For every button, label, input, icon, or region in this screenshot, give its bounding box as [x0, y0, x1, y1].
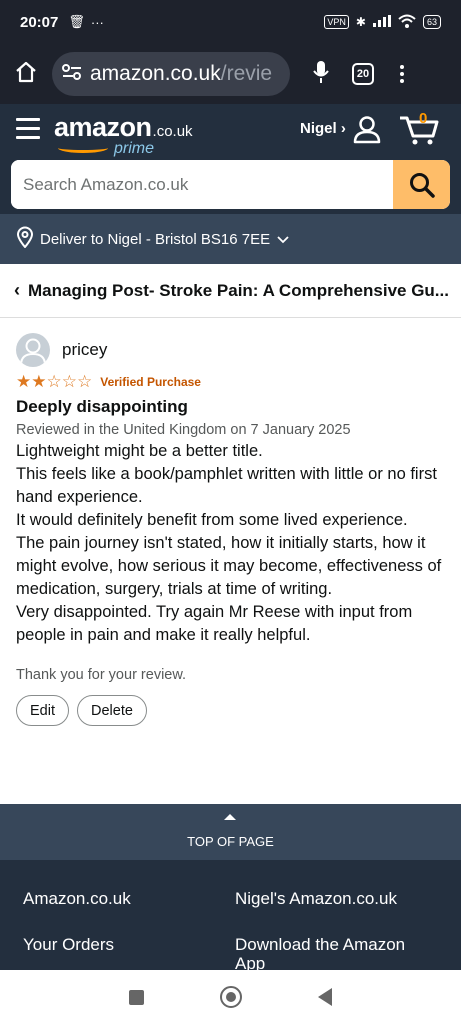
- verified-badge: Verified Purchase: [100, 375, 201, 389]
- deliver-to-bar[interactable]: Deliver to Nigel - Bristol BS16 7EE: [0, 214, 461, 264]
- star-rating: ★ ★ ☆ ☆ ☆: [16, 373, 92, 391]
- microphone-icon[interactable]: [312, 60, 330, 89]
- trash-icon: 🗑: [68, 14, 85, 29]
- user-icon[interactable]: [352, 114, 382, 149]
- chevron-down-icon: [276, 231, 290, 248]
- star-empty-icon: ☆: [46, 372, 62, 391]
- home-icon[interactable]: [14, 60, 38, 89]
- reviewer-row: pricey: [16, 332, 446, 368]
- delete-button[interactable]: Delete: [77, 695, 147, 726]
- wifi-icon: [398, 14, 416, 31]
- review-title: Deeply disappointing: [16, 397, 188, 416]
- rating-line: ★ ★ ☆ ☆ ☆ Verified Purchase: [16, 373, 446, 391]
- search-button[interactable]: [393, 160, 450, 209]
- account-link[interactable]: Nigel ›: [300, 120, 346, 137]
- star-empty-icon: ☆: [61, 372, 77, 391]
- signal-icon: [372, 14, 391, 30]
- bluetooth-icon: ✱: [355, 15, 366, 29]
- browser-toolbar: amazon.co.uk/revie 20: [0, 44, 461, 104]
- back-chevron-icon[interactable]: ‹: [14, 280, 20, 301]
- tab-count-button[interactable]: 20: [352, 63, 374, 85]
- review-paragraph: Very disappointed. Try again Mr Reese wi…: [16, 603, 413, 644]
- url-path: /revie: [220, 62, 273, 85]
- review-paragraph: This feels like a book/pamphlet written …: [16, 465, 437, 506]
- home-button-icon[interactable]: [220, 986, 242, 1008]
- location-pin-icon: [16, 226, 34, 252]
- edit-button[interactable]: Edit: [16, 695, 69, 726]
- system-nav-bar: [0, 970, 461, 1024]
- browser-menu-icon[interactable]: [400, 65, 404, 83]
- status-bar: 20:07 🗑 ··· VPN ✱ 63: [0, 0, 461, 44]
- hamburger-menu-icon[interactable]: [16, 118, 40, 145]
- deliver-to-text: Deliver to Nigel - Bristol BS16 7EE: [40, 230, 271, 248]
- search-bar: [11, 160, 450, 209]
- product-title-bar[interactable]: ‹ Managing Post- Stroke Pain: A Comprehe…: [0, 264, 461, 318]
- recents-icon[interactable]: [129, 989, 144, 1005]
- smile-arrow-icon: [58, 143, 108, 153]
- footer-link-your-amazon[interactable]: Nigel's Amazon.co.uk: [235, 889, 397, 908]
- battery-icon: 63: [422, 15, 441, 29]
- footer-link-amazon-home[interactable]: Amazon.co.uk: [23, 889, 131, 908]
- star-empty-icon: ☆: [77, 372, 93, 391]
- star-filled-icon: ★: [31, 372, 47, 391]
- vpn-icon: VPN: [324, 15, 349, 29]
- thank-you-text: Thank you for your review.: [16, 667, 187, 683]
- amazon-logo[interactable]: amazon.co.uk prime: [54, 112, 193, 157]
- address-bar[interactable]: amazon.co.uk/revie: [52, 52, 290, 96]
- status-time: 20:07: [20, 13, 59, 31]
- review-paragraph: It would definitely benefit from some li…: [16, 511, 408, 529]
- product-title: Managing Post- Stroke Pain: A Comprehens…: [28, 280, 449, 300]
- more-notifications-icon: ···: [90, 14, 104, 30]
- review-body: Lightweight might be a better title. Thi…: [16, 440, 446, 647]
- review-date: Reviewed in the United Kingdom on 7 Janu…: [16, 422, 351, 438]
- review-paragraph: The pain journey isn't stated, how it in…: [16, 534, 442, 598]
- search-input[interactable]: [11, 160, 393, 209]
- footer-link-download-app[interactable]: Download the Amazon App: [235, 935, 435, 970]
- footer-link-your-orders[interactable]: Your Orders: [23, 935, 114, 954]
- top-of-page-button[interactable]: TOP OF PAGE: [0, 804, 461, 860]
- cart-count: 0: [419, 110, 428, 127]
- review-actions: Edit Delete: [16, 695, 446, 726]
- footer: Amazon.co.uk Nigel's Amazon.co.uk Your O…: [0, 860, 461, 970]
- top-of-page-label: TOP OF PAGE: [187, 834, 274, 849]
- reviewer-name: pricey: [62, 340, 108, 359]
- url-host: amazon.co.uk: [90, 62, 221, 85]
- review-paragraph: Lightweight might be a better title.: [16, 442, 263, 460]
- arrow-up-icon: [224, 814, 236, 820]
- site-settings-icon[interactable]: [62, 62, 82, 86]
- back-icon[interactable]: [318, 988, 332, 1006]
- avatar: [16, 333, 50, 367]
- search-icon: [409, 172, 435, 198]
- amazon-header: amazon.co.uk prime Nigel › 0: [0, 104, 461, 214]
- star-filled-icon: ★: [16, 372, 32, 391]
- review-card: pricey ★ ★ ☆ ☆ ☆ Verified Purchase Deeply di…: [16, 332, 446, 726]
